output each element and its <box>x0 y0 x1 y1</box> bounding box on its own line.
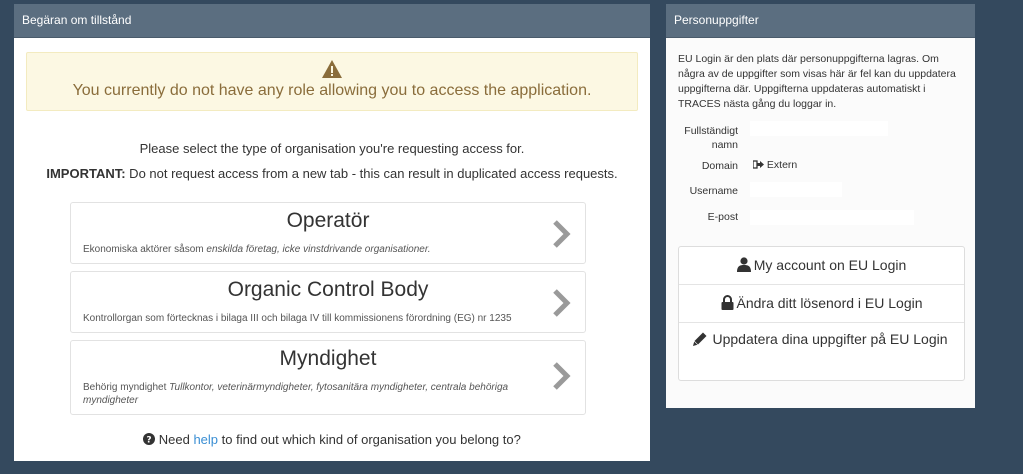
access-request-panel: Begäran om tillstånd You currently do no… <box>14 4 650 461</box>
my-account-label: My account on EU Login <box>753 257 907 273</box>
pencil-icon <box>693 332 707 346</box>
org-desc-plain: Kontrollorgan som förtecknas i bilaga II… <box>83 313 512 324</box>
org-desc-plain: Ekonomiska aktörer såsom <box>83 244 207 255</box>
email-label: E-post <box>707 211 738 223</box>
help-line: ? Need help to find out which kind of or… <box>14 432 650 447</box>
update-details-label: Uppdatera dina uppgifter på EU Login <box>712 331 948 347</box>
org-option-title: Myndighet <box>279 347 377 370</box>
org-desc-plain: Behörig myndighet <box>83 382 170 393</box>
update-details-button[interactable]: Uppdatera dina uppgifter på EU Login <box>679 323 964 380</box>
lock-icon <box>721 295 733 310</box>
my-account-button[interactable]: My account on EU Login <box>679 247 964 285</box>
chevron-right-icon <box>553 220 571 248</box>
no-role-alert: You currently do not have any role allow… <box>26 52 638 111</box>
email-value <box>750 210 914 225</box>
org-option-description: Ekonomiska aktörer såsom enskilda företa… <box>83 243 533 256</box>
personal-data-panel: Personuppgifter EU Login är den plats dä… <box>666 4 975 408</box>
domain-value: Extern <box>752 159 798 171</box>
warning-icon <box>322 60 342 78</box>
question-circle-icon: ? <box>143 433 156 446</box>
chevron-right-icon <box>553 289 571 317</box>
eu-login-info: EU Login är den plats där personuppgifte… <box>678 53 956 110</box>
select-org-instruction: Please select the type of organisation y… <box>139 141 525 156</box>
fullname-value <box>750 121 888 136</box>
sign-out-icon <box>752 160 764 169</box>
change-password-label: Ändra ditt lösenord i EU Login <box>736 295 923 311</box>
important-label: IMPORTANT: <box>46 166 126 181</box>
org-option-operator[interactable]: Operatör Ekonomiska aktörer såsom enskil… <box>70 202 586 264</box>
alert-message: You currently do not have any role allow… <box>72 82 592 99</box>
help-link[interactable]: help <box>193 432 218 447</box>
help-prefix: Need <box>155 432 194 447</box>
username-value <box>750 182 842 197</box>
svg-text:?: ? <box>147 436 152 446</box>
chevron-right-icon <box>553 362 571 390</box>
org-option-title: Operatör <box>286 209 370 232</box>
org-option-organic-control-body[interactable]: Organic Control Body Kontrollorgan som f… <box>70 271 586 333</box>
change-password-button[interactable]: Ändra ditt lösenord i EU Login <box>679 285 964 323</box>
important-text: Do not request access from a new tab - t… <box>125 166 618 181</box>
domain-value-text: Extern <box>766 159 798 171</box>
eu-login-actions: My account on EU Login Ändra ditt löseno… <box>678 246 965 381</box>
user-icon <box>736 257 751 272</box>
org-option-description: Kontrollorgan som förtecknas i bilaga II… <box>83 312 533 325</box>
important-notice: IMPORTANT: Do not request access from a … <box>14 166 650 181</box>
fullname-label: Fullständigt namn <box>684 125 738 151</box>
help-suffix: to find out which kind of organisation y… <box>218 432 521 447</box>
org-option-description: Behörig myndighet Tullkontor, veterinärm… <box>83 381 533 407</box>
domain-label: Domain <box>701 160 738 172</box>
personal-data-panel-title: Personuppgifter <box>666 4 975 38</box>
org-desc-italic: enskilda företag, icke vinstdrivande org… <box>206 244 431 255</box>
access-request-panel-title: Begäran om tillstånd <box>14 4 650 38</box>
org-option-authority[interactable]: Myndighet Behörig myndighet Tullkontor, … <box>70 340 586 415</box>
username-label: Username <box>689 185 738 197</box>
org-option-title: Organic Control Body <box>227 278 429 301</box>
